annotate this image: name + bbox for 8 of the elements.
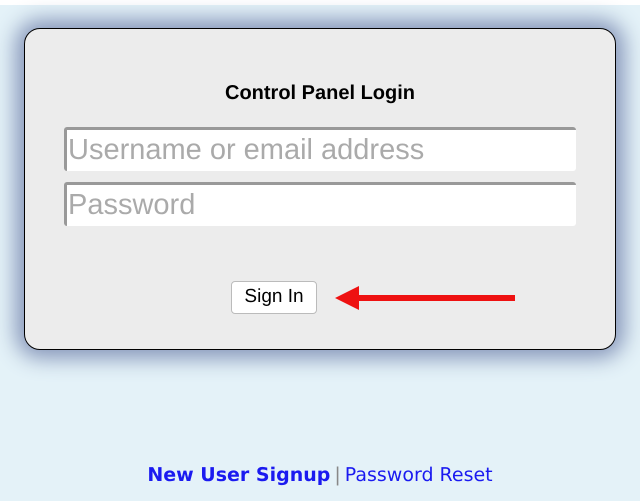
arrow-icon [334,286,517,310]
footer-link[interactable]: New User Signup [147,461,330,490]
sign-in-button[interactable]: Sign In [231,281,317,314]
footer-link[interactable]: Password Reset [344,461,493,490]
input-field[interactable]: Username or email address [64,127,576,171]
panel-title: Control Panel Login [225,81,415,106]
link-separator: | [334,463,341,488]
input-field[interactable]: Password [64,182,576,226]
